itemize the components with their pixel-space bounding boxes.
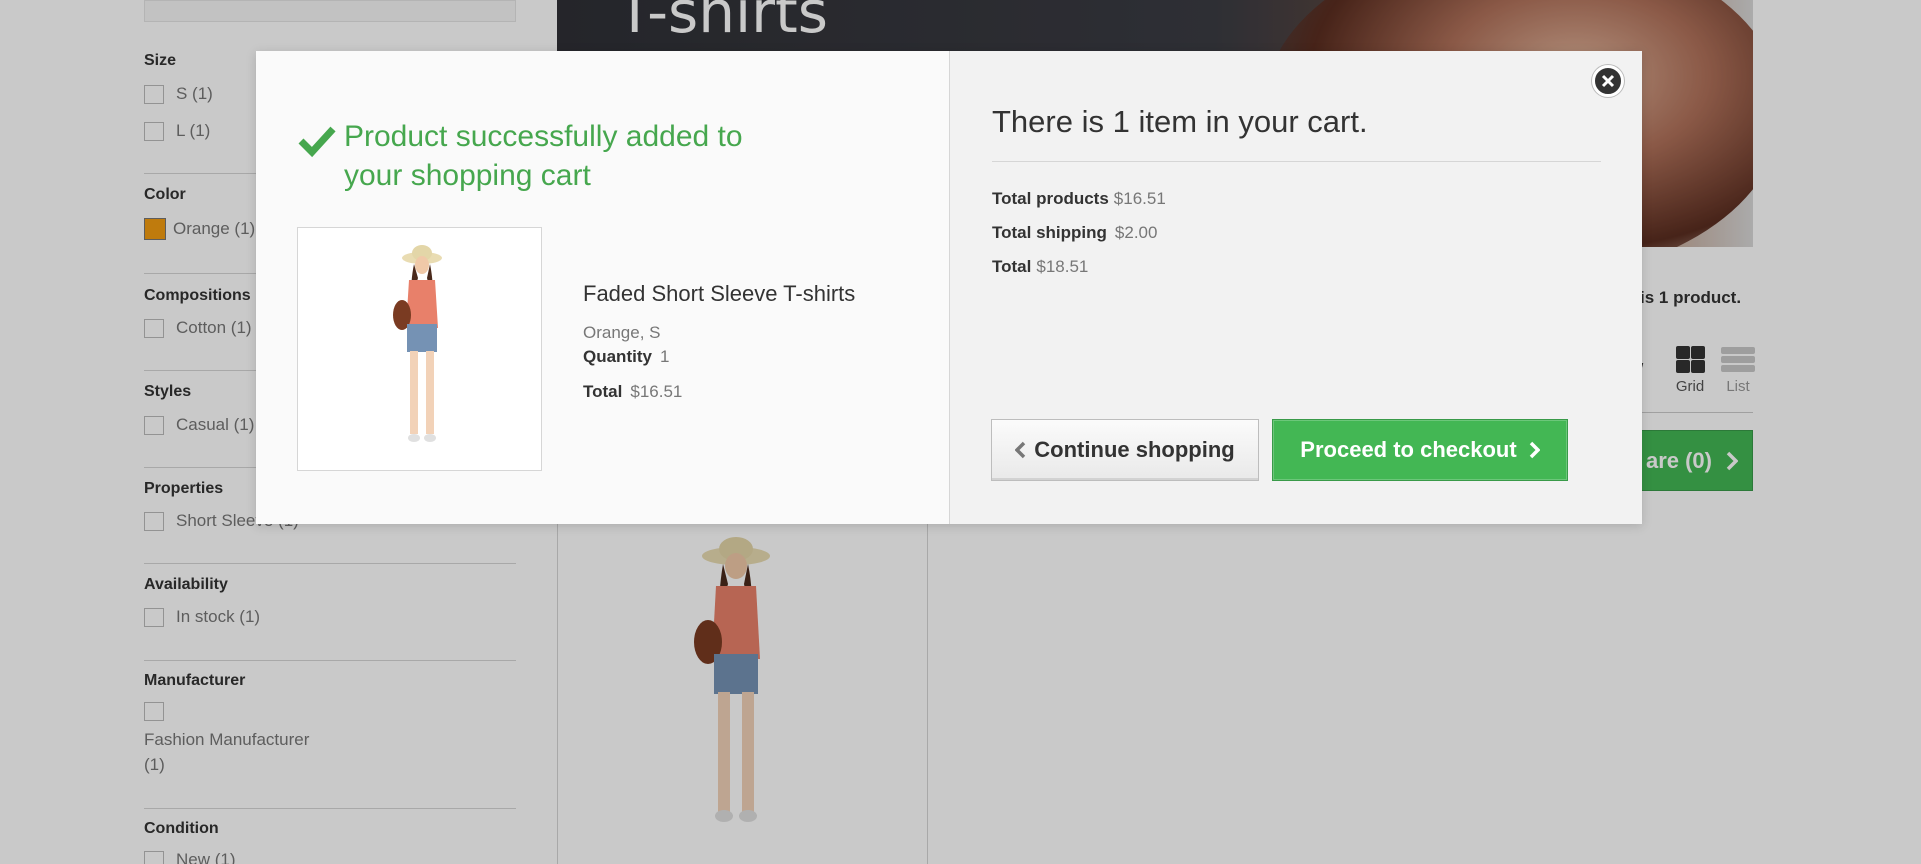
chevron-right-icon	[1529, 441, 1540, 459]
divider	[992, 161, 1601, 162]
product-total: Total $16.51	[583, 382, 683, 401]
summary-total: Total $18.51	[992, 257, 1089, 276]
product-quantity: Quantity 1	[583, 347, 670, 366]
proceed-to-checkout-button[interactable]: Proceed to checkout	[1272, 419, 1568, 481]
summary-total-shipping: Total shipping $2.00	[992, 223, 1158, 242]
product-photo	[298, 228, 541, 470]
summary-total-products: Total products $16.51	[992, 189, 1166, 208]
check-icon	[298, 126, 336, 158]
added-product-panel: Product successfully added to your shopp…	[256, 51, 949, 524]
cart-summary-panel: There is 1 item in your cart. Total prod…	[949, 51, 1642, 524]
success-message: Product successfully added to your shopp…	[298, 117, 774, 195]
success-text: Product successfully added to your shopp…	[344, 120, 743, 192]
close-icon	[1601, 74, 1615, 88]
product-image	[297, 227, 542, 471]
chevron-left-icon	[1015, 441, 1026, 459]
product-name: Faded Short Sleeve T-shirts	[583, 281, 856, 306]
product-attributes: Orange, S	[583, 323, 661, 342]
add-to-cart-modal: Product successfully added to your shopp…	[256, 51, 1642, 524]
continue-shopping-button[interactable]: Continue shopping	[991, 419, 1259, 481]
close-button[interactable]	[1592, 65, 1624, 97]
cart-heading: There is 1 item in your cart.	[992, 104, 1368, 139]
